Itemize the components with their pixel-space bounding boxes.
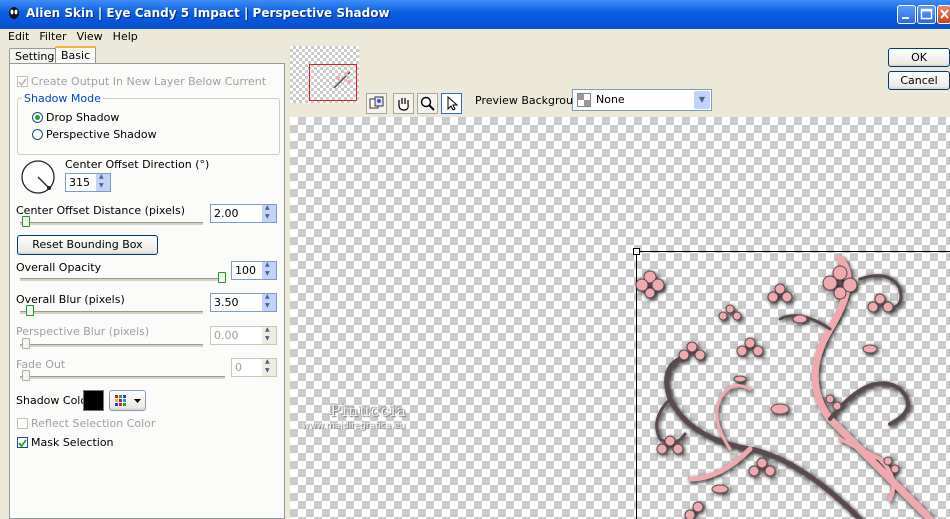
thumbnail-flower-image bbox=[333, 71, 351, 89]
checkmark-icon bbox=[18, 439, 27, 448]
fade-out-slider[interactable] bbox=[20, 370, 225, 381]
title-bar: Alien Skin | Eye Candy 5 Impact | Perspe… bbox=[0, 0, 950, 29]
shadow-color-swatch[interactable] bbox=[83, 390, 104, 411]
direction-spinbox[interactable]: 315 bbox=[65, 173, 111, 192]
shadow-mode-title: Shadow Mode bbox=[22, 92, 103, 105]
minimize-icon bbox=[902, 17, 909, 19]
close-icon bbox=[940, 9, 949, 19]
close-button[interactable] bbox=[937, 5, 950, 24]
maximize-icon bbox=[920, 8, 933, 20]
background-swatch-icon bbox=[577, 93, 591, 107]
menu-filter[interactable]: Filter bbox=[34, 29, 71, 45]
direction-value[interactable]: 315 bbox=[69, 176, 90, 189]
perspective-blur-spinbox[interactable]: 0.00 bbox=[210, 326, 277, 345]
spin-arrows-icon[interactable] bbox=[261, 293, 276, 311]
before-after-icon bbox=[369, 96, 384, 109]
flower-swirl-image bbox=[635, 255, 934, 519]
reset-bounding-box-button[interactable]: Reset Bounding Box bbox=[17, 235, 158, 255]
create-output-checkbox[interactable] bbox=[17, 76, 28, 87]
watermark-url: www.maidiregrafica.eu bbox=[302, 421, 406, 431]
magnifier-icon bbox=[420, 96, 435, 111]
blur-slider[interactable] bbox=[20, 305, 203, 316]
spin-arrows-icon[interactable] bbox=[261, 204, 276, 222]
shadow-color-label: Shadow Color bbox=[16, 394, 92, 407]
opacity-value[interactable]: 100 bbox=[235, 264, 256, 277]
perspective-blur-value[interactable]: 0.00 bbox=[214, 329, 239, 342]
create-output-label: Create Output In New Layer Below Current bbox=[31, 75, 267, 88]
drop-shadow-label[interactable]: Drop Shadow bbox=[46, 111, 119, 124]
ok-button[interactable]: OK bbox=[888, 48, 950, 67]
opacity-spinbox[interactable]: 100 bbox=[231, 261, 277, 280]
navigator-thumbnail[interactable] bbox=[290, 46, 359, 103]
slider-thumb[interactable] bbox=[218, 272, 226, 283]
distance-spinbox[interactable]: 2.00 bbox=[210, 204, 277, 223]
mask-selection-checkbox[interactable] bbox=[17, 437, 28, 448]
blur-spinbox[interactable]: 3.50 bbox=[210, 293, 277, 312]
center-offset-direction-label: Center Offset Direction (°) bbox=[65, 158, 210, 171]
preview-background-select[interactable]: None ▼ bbox=[572, 89, 712, 111]
shadow-mode-group bbox=[17, 98, 280, 155]
color-grid-icon bbox=[115, 395, 141, 406]
preview-toggle-tool[interactable] bbox=[366, 93, 387, 114]
perspective-blur-label: Perspective Blur (pixels) bbox=[16, 325, 150, 338]
select-tool[interactable] bbox=[441, 93, 462, 114]
perspective-shadow-radio[interactable] bbox=[32, 129, 43, 140]
arrow-pointer-icon bbox=[447, 95, 459, 111]
center-offset-distance-label: Center Offset Distance (pixels) bbox=[16, 204, 186, 217]
distance-slider[interactable] bbox=[20, 216, 203, 227]
hand-tool[interactable] bbox=[393, 93, 414, 114]
fade-out-spinbox[interactable]: 0 bbox=[231, 358, 277, 377]
slider-thumb[interactable] bbox=[22, 338, 30, 349]
direction-dial[interactable] bbox=[19, 159, 59, 195]
reflect-selection-color-checkbox[interactable] bbox=[17, 418, 28, 429]
perspective-blur-slider[interactable] bbox=[20, 338, 203, 349]
menu-view[interactable]: View bbox=[72, 29, 108, 45]
watermark-name: Pinuccia bbox=[330, 401, 408, 420]
preview-background-value: None bbox=[596, 93, 625, 106]
opacity-slider[interactable] bbox=[20, 272, 226, 283]
chevron-down-icon[interactable]: ▼ bbox=[694, 91, 710, 109]
cancel-button[interactable]: Cancel bbox=[888, 71, 950, 90]
spin-arrows-icon[interactable] bbox=[261, 358, 276, 376]
slider-thumb[interactable] bbox=[26, 305, 34, 316]
window-title: Alien Skin | Eye Candy 5 Impact | Perspe… bbox=[26, 6, 390, 20]
fade-out-value[interactable]: 0 bbox=[235, 361, 242, 374]
minimize-button[interactable] bbox=[897, 5, 916, 24]
perspective-shadow-label[interactable]: Perspective Shadow bbox=[46, 128, 157, 141]
spin-arrows-icon[interactable] bbox=[95, 173, 110, 191]
spin-arrows-icon[interactable] bbox=[261, 326, 276, 344]
alien-skin-app-icon bbox=[9, 7, 19, 19]
maximize-button[interactable] bbox=[917, 5, 936, 24]
overall-opacity-label: Overall Opacity bbox=[16, 261, 102, 274]
slider-thumb[interactable] bbox=[22, 216, 30, 227]
reflect-selection-color-label: Reflect Selection Color bbox=[31, 417, 156, 430]
hand-icon bbox=[398, 98, 409, 111]
menu-help[interactable]: Help bbox=[108, 29, 143, 45]
zoom-tool[interactable] bbox=[417, 93, 438, 114]
slider-thumb[interactable] bbox=[22, 370, 30, 381]
distance-value[interactable]: 2.00 bbox=[214, 207, 239, 220]
checkmark-icon bbox=[18, 78, 27, 87]
color-picker-button[interactable] bbox=[109, 390, 146, 411]
drop-shadow-radio[interactable] bbox=[32, 112, 43, 123]
preview-canvas[interactable]: Pinuccia www.maidiregrafica.eu bbox=[290, 117, 950, 519]
blur-value[interactable]: 3.50 bbox=[214, 296, 239, 309]
menu-edit[interactable]: Edit bbox=[0, 29, 34, 45]
mask-selection-label: Mask Selection bbox=[31, 436, 114, 449]
spin-arrows-icon[interactable] bbox=[261, 261, 276, 279]
menu-bar: Edit Filter View Help bbox=[0, 29, 950, 45]
